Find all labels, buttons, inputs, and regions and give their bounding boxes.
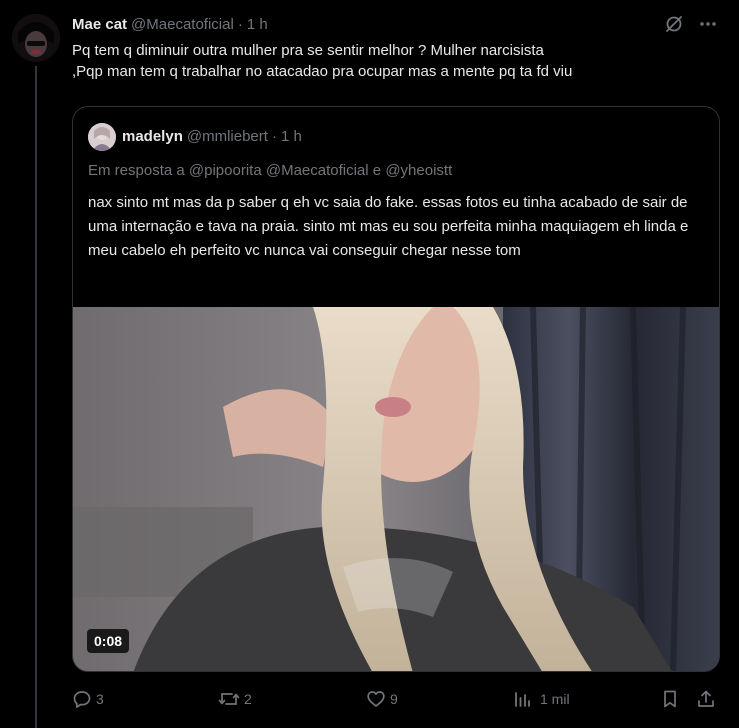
quote-avatar[interactable] [88, 123, 116, 151]
separator-dot: · [237, 16, 243, 33]
avatar[interactable] [12, 14, 60, 62]
author-name[interactable]: Mae cat [72, 15, 127, 35]
timestamp[interactable]: 1 h [247, 15, 268, 35]
reply-prefix: Em resposta a [88, 162, 185, 179]
views-button[interactable]: 1 mil [512, 689, 570, 709]
video-player[interactable]: 0:08 [73, 307, 719, 671]
views-icon [512, 689, 532, 709]
views-count: 1 mil [540, 691, 570, 707]
heart-icon [366, 689, 386, 709]
quote-author-name[interactable]: madelyn [122, 127, 183, 147]
header-icons [664, 14, 718, 34]
thread-line [35, 66, 37, 728]
video-duration-badge: 0:08 [87, 629, 130, 653]
quote-header: madelyn @mmliebert · 1 h [88, 123, 302, 151]
like-count: 9 [390, 691, 398, 707]
like-button[interactable]: 9 [366, 689, 398, 709]
action-bar: 3 2 9 1 mil [72, 686, 728, 712]
bookmark-button[interactable] [660, 689, 680, 709]
video-thumbnail [73, 307, 719, 671]
reply-joiner: e [372, 162, 382, 179]
quote-separator-dot: · [271, 128, 277, 145]
repost-count: 2 [244, 691, 252, 707]
tweet[interactable]: Mae cat @Maecatoficial · 1 h Pq tem q di… [72, 14, 728, 82]
share-icon [696, 689, 716, 709]
author-handle[interactable]: @Maecatoficial [131, 15, 234, 35]
bookmark-icon [660, 689, 680, 709]
repost-button[interactable]: 2 [218, 689, 252, 709]
reply-icon [72, 689, 92, 709]
reply-count: 3 [96, 691, 104, 707]
tweet-header: Mae cat @Maecatoficial · 1 h [72, 14, 728, 36]
mention-link[interactable]: @pipoorita [189, 162, 262, 179]
quoted-tweet-card[interactable]: madelyn @mmliebert · 1 h Em resposta a @… [72, 106, 720, 672]
quote-text: nax sinto mt mas da p saber q eh vc saia… [88, 194, 689, 259]
quote-timestamp[interactable]: 1 h [281, 127, 302, 147]
quote-author-handle[interactable]: @mmliebert [187, 127, 268, 147]
tweet-text: Pq tem q diminuir outra mulher pra se se… [72, 42, 573, 80]
avatar-image [12, 14, 60, 62]
more-icon[interactable] [698, 14, 718, 34]
share-button[interactable] [696, 689, 716, 709]
mention-link[interactable]: @Maecatoficial [266, 162, 369, 179]
repost-icon [218, 689, 240, 709]
reply-context: Em resposta a @pipoorita @Maecatoficial … [88, 161, 452, 181]
mention-link[interactable]: @yheoistt [385, 162, 452, 179]
reply-button[interactable]: 3 [72, 689, 104, 709]
grok-icon[interactable] [664, 14, 684, 34]
